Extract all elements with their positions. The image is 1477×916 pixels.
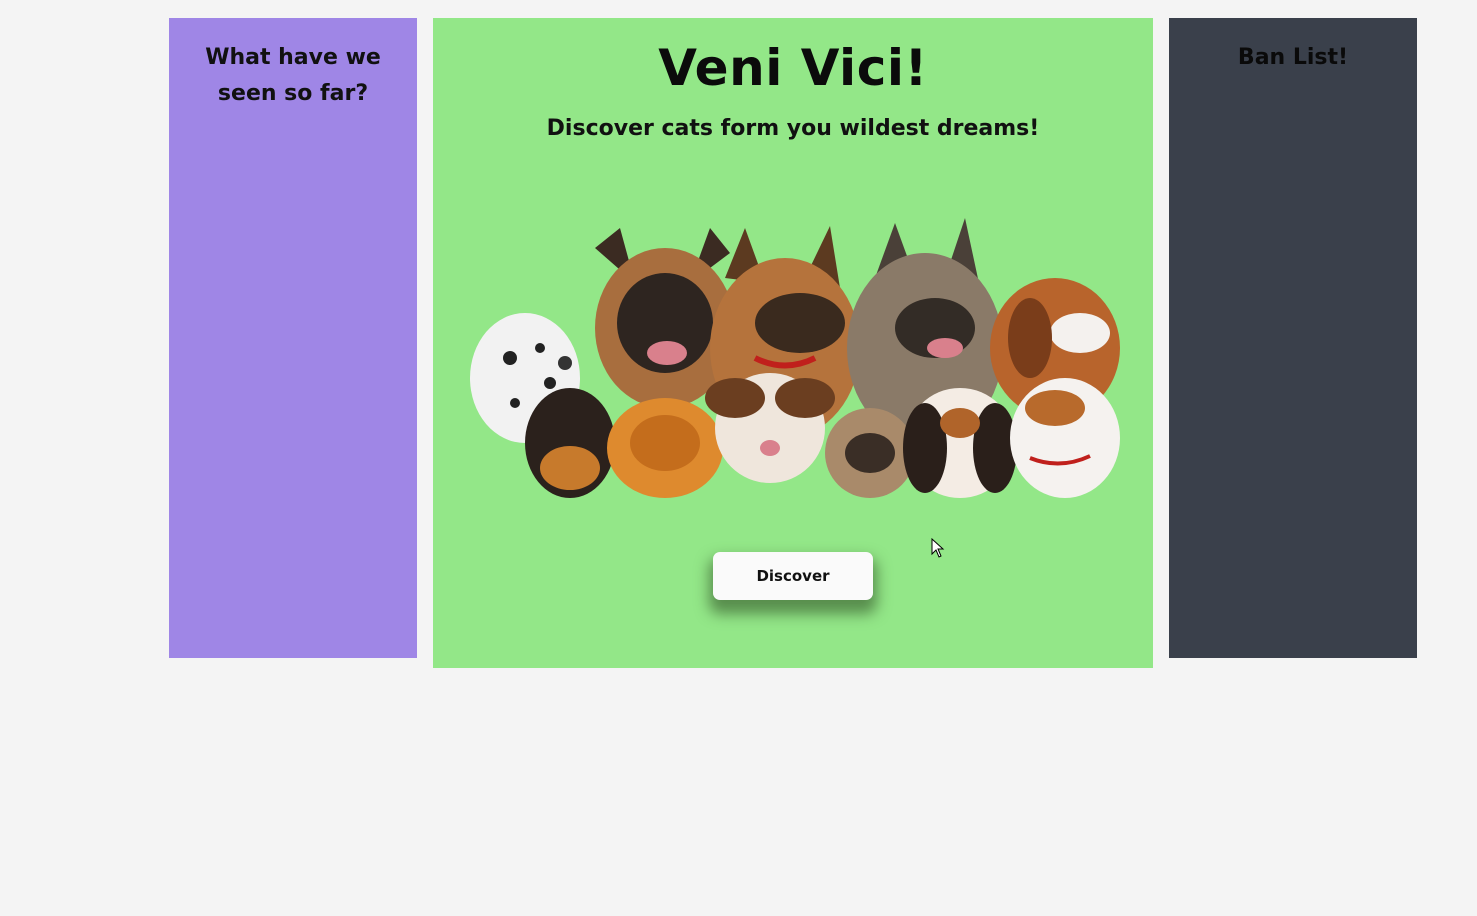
ban-list-title: Ban List! (1237, 45, 1349, 70)
dog-group-image (470, 218, 1120, 498)
pug-dog (825, 408, 915, 498)
mouse-cursor-icon (931, 538, 945, 558)
papillon-dog (705, 373, 835, 483)
history-panel: What have we seen so far? (169, 18, 417, 658)
discover-button[interactable]: Discover (713, 552, 873, 600)
cavalier-dog (903, 388, 1017, 498)
main-panel: Veni Vici! Discover cats form you wildes… (433, 18, 1153, 668)
page-title: Veni Vici! (658, 39, 928, 97)
history-title: What have we seen so far? (205, 45, 381, 106)
pomeranian-dog (607, 398, 723, 498)
page-subtitle: Discover cats form you wildest dreams! (546, 116, 1040, 141)
terrier-dog (1010, 378, 1120, 498)
malinois-dog (595, 228, 735, 408)
pinscher-dog (525, 388, 615, 498)
ban-list-panel: Ban List! (1169, 18, 1417, 658)
